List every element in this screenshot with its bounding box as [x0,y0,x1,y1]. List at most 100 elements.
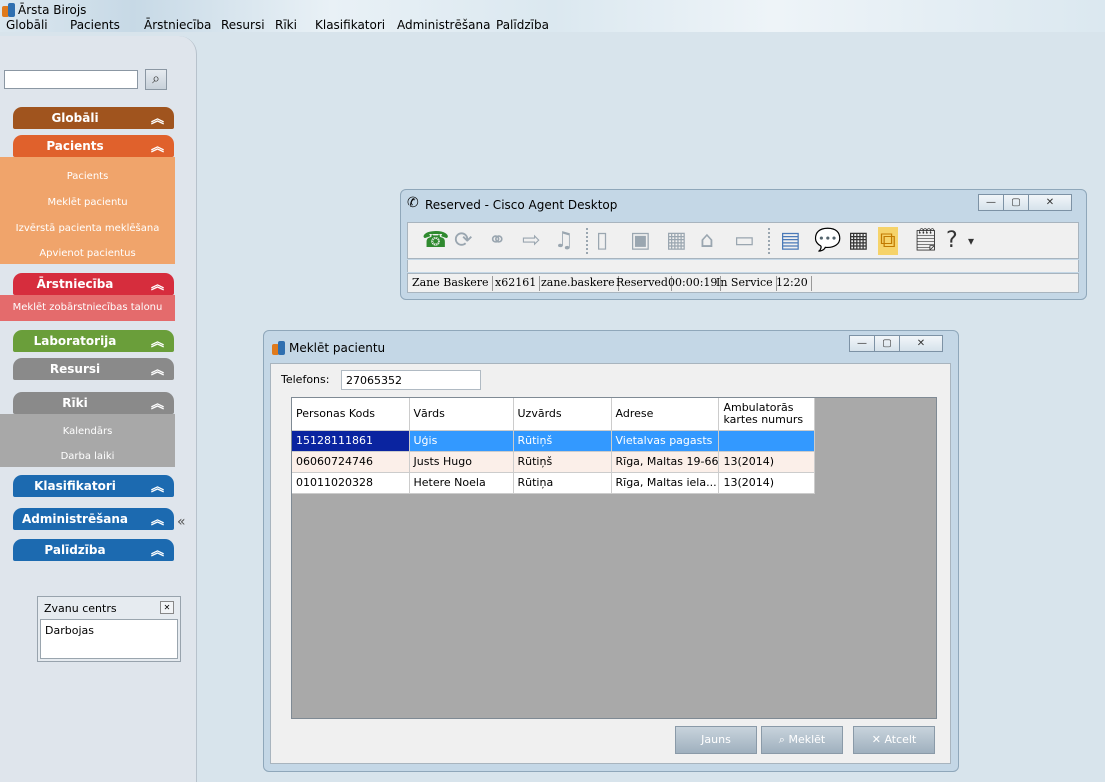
chevron-up-icon[interactable]: ︽ [151,359,164,378]
nav-item-pacients[interactable]: Pacients [0,171,175,182]
nav-section-resursi[interactable]: Resursi ︽ [13,358,174,380]
release-icon[interactable]: ⟳ [454,227,472,255]
chat-icon[interactable]: 💬 [814,227,841,255]
cell-personas-kods[interactable]: 06060724746 [292,451,410,473]
column-header[interactable]: Uzvārds [513,398,612,431]
column-header[interactable]: Vārds [409,398,514,431]
phone-input[interactable]: 27065352 [341,370,481,390]
cell-personas-kods[interactable]: 01011020328 [292,472,410,494]
cell-uzvards[interactable]: Rūtiņš [513,451,612,473]
cisco-status-bar: Zane Baskere x62161 zane.baskere Reserve… [407,273,1079,293]
cell-vards[interactable]: Hetere Noela [409,472,514,494]
column-header[interactable]: Ambulatorās kartes numurs [718,398,816,431]
menu-resursi[interactable]: Resursi [221,18,265,32]
door-icon[interactable]: ▯ [596,227,608,255]
pacients-items: Pacients Meklēt pacientu Izvērstā pacien… [0,157,175,264]
menu-palidziba[interactable]: Palīdzība [496,18,549,32]
close-icon[interactable]: ✕ [1028,194,1072,211]
chevron-up-icon[interactable]: ︽ [151,509,164,528]
folder-open-icon[interactable]: ⌂ [700,227,714,255]
cell-personas-kods[interactable]: 15128111861 [292,430,410,452]
nav-item-darba-laiki[interactable]: Darba laiki [0,451,175,462]
table-row[interactable]: 15128111861 Uģis Rūtiņš Vietalvas pagast… [292,430,816,452]
minimize-icon[interactable]: — [849,335,875,352]
nav-item-meklet-pacientu[interactable]: Meklēt pacientu [0,197,175,208]
menu-globali[interactable]: Globāli [6,18,48,32]
status-timer: 00:00:19 [668,276,722,291]
nav-section-laboratorija[interactable]: Laboratorija ︽ [13,330,174,352]
close-icon[interactable]: ✕ [160,601,174,614]
hold-icon[interactable]: ♫ [554,227,574,255]
patient-grid: Personas Kods Vārds Uzvārds Adrese Ambul… [291,397,937,719]
nav-item-kalendars[interactable]: Kalendārs [0,426,175,437]
window-title: Ārsta Birojs [18,3,87,17]
chevron-up-icon[interactable]: ︽ [151,476,164,495]
cell-vards[interactable]: Justs Hugo [409,451,514,473]
close-icon[interactable]: ✕ [899,335,943,352]
transfer-icon[interactable]: ⇨ [522,227,540,255]
chevron-up-icon[interactable]: ︽ [151,108,164,127]
help-icon[interactable]: ? [946,227,958,255]
cancel-button[interactable]: ✕ Atcelt [853,726,935,754]
agent-card-icon[interactable]: ▣ [630,227,651,255]
team-icon[interactable]: ⧉ [878,227,898,255]
cell-adrese[interactable]: Rīga, Maltas iela... [611,472,720,494]
cell-kartes-numurs[interactable]: 13(2014) [718,451,816,473]
sidebar-search-input[interactable] [4,70,138,89]
cell-adrese[interactable]: Vietalvas pagasts [611,430,720,452]
app-logo-icon [2,3,15,17]
riki-items: Kalendārs Darba laiki [0,414,175,467]
nav-section-globali[interactable]: Globāli ︽ [13,107,174,129]
conference-icon[interactable]: ⚭ [488,227,506,255]
chevron-up-icon[interactable]: ︽ [151,274,164,293]
maximize-icon[interactable]: ▢ [1003,194,1029,211]
calculator-icon[interactable]: ▦ [848,227,869,255]
chevron-up-icon[interactable]: ︽ [151,393,164,412]
close-icon: ✕ [871,733,881,746]
table-row[interactable]: 06060724746 Justs Hugo Rūtiņš Rīga, Malt… [292,451,816,473]
window-controls: — ▢ ✕ [849,335,943,352]
nav-section-label: Laboratorija [33,334,117,348]
menu-pacients[interactable]: Pacients [70,18,120,32]
menu-administresana[interactable]: Administrēšana [397,18,490,32]
cisco-toolbar: ☎ ⟳ ⚭ ⇨ ♫ ▯ ▣ ▦ ⌂ ▭ ▤ 💬 ▦ ⧉ 🗒 ? ▾ [407,222,1079,259]
nav-section-riki[interactable]: Rīki ︽ [13,392,174,414]
cell-vards[interactable]: Uģis [409,430,514,452]
cell-kartes-numurs[interactable]: 13(2014) [718,472,816,494]
chevron-up-icon[interactable]: ︽ [151,136,164,155]
new-button[interactable]: Jauns [675,726,757,754]
grid-icon[interactable]: ▤ [780,227,801,255]
nav-section-palidziba[interactable]: Palīdzība ︽ [13,539,174,561]
maximize-icon[interactable]: ▢ [874,335,900,352]
nav-item-izversta-meklesana[interactable]: Izvērstā pacienta meklēšana [0,223,175,234]
nav-section-klasifikatori[interactable]: Klasifikatori ︽ [13,475,174,497]
nav-item-apvienot-pacientus[interactable]: Apvienot pacientus [0,248,175,259]
nav-section-administresana[interactable]: Administrēšana ︽ [13,508,174,530]
menu-klasifikatori[interactable]: Klasifikatori [315,18,385,32]
phone-icon: ✆ [407,195,419,211]
search-button[interactable]: ⌕ Meklēt [761,726,843,754]
cell-adrese[interactable]: Rīga, Maltas 19-66 [611,451,720,473]
nav-item-meklet-talonu[interactable]: Meklēt zobārstniecības talonu [0,302,175,313]
answer-call-icon[interactable]: ☎ [422,227,449,255]
cell-uzvards[interactable]: Rūtiņa [513,472,612,494]
column-header[interactable]: Adrese [611,398,720,431]
collapse-sidebar-icon[interactable]: « [177,514,186,530]
notes-icon[interactable]: 🗒 [912,227,940,255]
search-icon[interactable]: ⌕ [145,69,167,90]
chevron-up-icon[interactable]: ︽ [151,540,164,559]
dropdown-icon[interactable]: ▾ [968,227,974,255]
chevron-up-icon[interactable]: ︽ [151,331,164,350]
menu-riki[interactable]: Rīki [275,18,297,32]
nav-section-pacients[interactable]: Pacients ︽ [13,135,174,157]
column-header[interactable]: Personas Kods [292,398,410,431]
cell-uzvards[interactable]: Rūtiņš [513,430,612,452]
table-row[interactable]: 01011020328 Hetere Noela Rūtiņa Rīga, Ma… [292,472,816,494]
folder-icon[interactable]: ▭ [734,227,755,255]
minimize-icon[interactable]: — [978,194,1004,211]
cell-kartes-numurs[interactable] [718,430,816,452]
nav-section-arstnieciba[interactable]: Ārstniecība ︽ [13,273,174,295]
menu-arstnieciba[interactable]: Ārstniecība [144,18,211,32]
patient-table: Personas Kods Vārds Uzvārds Adrese Ambul… [292,398,816,494]
keypad-icon[interactable]: ▦ [666,227,687,255]
